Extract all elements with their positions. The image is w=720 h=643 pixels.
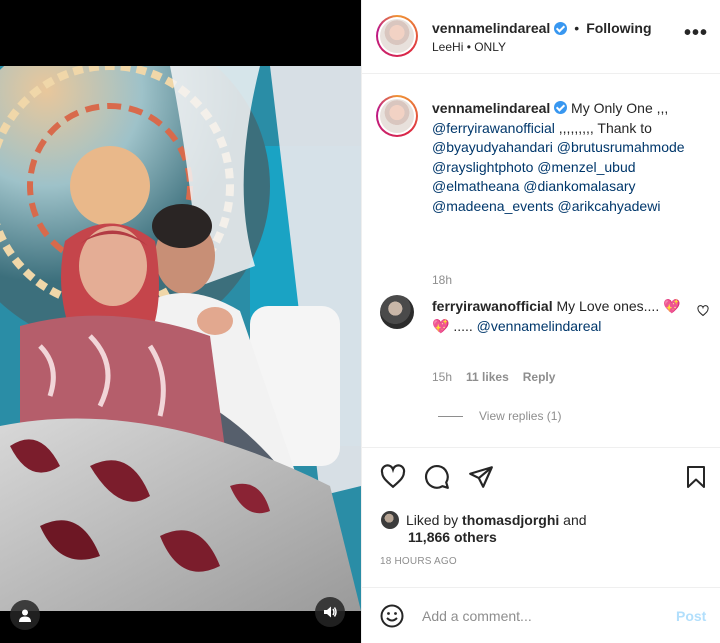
post-details-panel: vennamelindareal • Following LeeHi • ONL… xyxy=(361,0,720,643)
add-comment-bar: Post xyxy=(362,587,720,643)
tag-user-icon xyxy=(19,609,31,622)
audio-toggle-button[interactable] xyxy=(315,597,345,627)
comment-icon[interactable] xyxy=(424,464,450,490)
author-username[interactable]: vennamelindareal xyxy=(432,20,550,36)
view-replies-button[interactable]: View replies (1) xyxy=(438,409,561,423)
bookmark-icon[interactable] xyxy=(684,464,708,490)
verified-badge-icon xyxy=(554,21,568,35)
liked-by-row: Liked by thomasdjorghi and xyxy=(380,510,587,530)
caption-text-mid: ,,,,,,,,, Thank to xyxy=(554,119,652,136)
caption-avatar[interactable] xyxy=(376,95,418,137)
heart-icon[interactable] xyxy=(380,464,406,490)
comments-section[interactable]: vennamelindareal My Only One ,,, @ferryi… xyxy=(362,75,720,447)
audio-track[interactable]: LeeHi • ONLY xyxy=(432,40,506,54)
liker-avatar[interactable] xyxy=(380,510,400,530)
liked-by-connector: and xyxy=(559,511,587,528)
caption-text-prefix: My Only One ,,, xyxy=(567,100,669,116)
share-icon[interactable] xyxy=(468,464,494,490)
post-header: vennamelindareal • Following LeeHi • ONL… xyxy=(362,0,720,74)
liker-username[interactable]: thomasdjorghi xyxy=(462,512,559,528)
caption-mention-link[interactable]: @ferryirawanofficial xyxy=(432,120,555,136)
verified-badge-icon xyxy=(554,101,568,114)
post-actions: Liked by thomasdjorghi and 11,866 others… xyxy=(362,447,720,587)
author-name-row: vennamelindareal • Following xyxy=(432,20,652,36)
author-avatar[interactable] xyxy=(376,15,418,57)
caption-mentions-list[interactable]: @byayudyahandari @brutusrumahmode @raysl… xyxy=(432,139,685,214)
view-replies-label: View replies (1) xyxy=(479,409,562,423)
likes-others-count[interactable]: 11,866 others xyxy=(408,529,497,545)
comment-likes-count[interactable]: 11 likes xyxy=(466,370,509,384)
reply-button[interactable]: Reply xyxy=(523,370,556,384)
post-comment-button[interactable]: Post xyxy=(676,608,706,624)
commenter-username[interactable]: ferryirawanofficial xyxy=(432,298,553,314)
volume-icon xyxy=(324,606,337,618)
comment-mention-link[interactable]: @vennamelindareal xyxy=(477,318,602,334)
caption-username[interactable]: vennamelindareal xyxy=(432,100,550,116)
post-time-ago[interactable]: 18 HOURS AGO xyxy=(380,556,457,567)
post-photo[interactable] xyxy=(0,66,361,611)
replies-divider-line xyxy=(438,415,463,417)
post-media[interactable] xyxy=(0,0,361,643)
tagged-users-button[interactable] xyxy=(10,600,40,630)
comment-input[interactable] xyxy=(422,604,662,628)
emoji-icon[interactable] xyxy=(380,604,404,628)
comment-like-heart-icon[interactable] xyxy=(697,305,709,317)
following-button[interactable]: Following xyxy=(586,20,651,36)
liked-by-text: Liked by thomasdjorghi and xyxy=(406,511,587,530)
commenter-avatar[interactable] xyxy=(380,295,414,329)
couple-photo-illustration xyxy=(0,66,361,611)
caption-timestamp[interactable]: 18h xyxy=(432,273,452,287)
comment-timestamp[interactable]: 15h xyxy=(432,370,452,384)
more-options-icon[interactable]: ••• xyxy=(684,22,708,45)
comment-meta: 15h 11 likes Reply xyxy=(432,370,555,384)
comment-text: ferryirawanofficial My Love ones.... 💖💖 … xyxy=(432,297,682,336)
liked-by-prefix: Liked by xyxy=(406,511,463,528)
caption-text: vennamelindareal My Only One ,,, @ferryi… xyxy=(432,99,712,216)
follow-separator: • xyxy=(574,20,580,36)
